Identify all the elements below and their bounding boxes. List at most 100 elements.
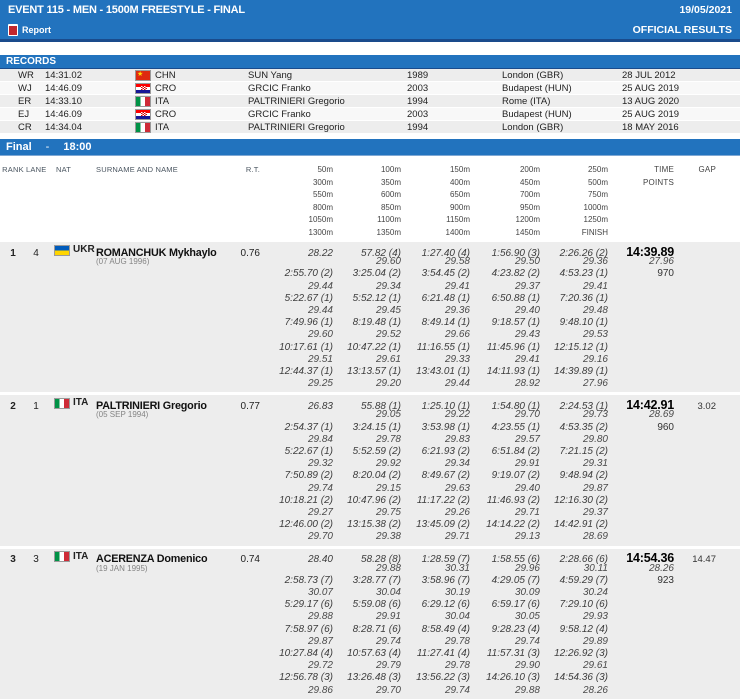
athlete-points: 960 xyxy=(608,422,674,434)
athlete-line: 5:22.67 (1)5:52.12 (1)6:21.48 (1)6:50.88… xyxy=(0,293,718,305)
split-time: 6:59.17 (6) xyxy=(470,599,540,611)
record-date: 13 AUG 2020 xyxy=(622,95,740,108)
split-time: 8:49.67 (2) xyxy=(401,470,470,482)
lap-time: 29.25 xyxy=(260,378,333,390)
lap-time: 29.50 xyxy=(470,256,540,268)
record-holder-year: 2003 xyxy=(407,82,502,95)
lap-time: 28.92 xyxy=(470,378,540,390)
header-line: RANKLANENATSURNAME AND NAMER.T.50m100m15… xyxy=(0,164,718,177)
record-date: 18 MAY 2016 xyxy=(622,121,740,134)
lap-time: 29.73 xyxy=(540,409,608,421)
record-nat-code: CRO xyxy=(155,82,176,95)
col-header-lane: LANE xyxy=(26,164,46,177)
split-time: 2:55.70 (2) xyxy=(260,268,333,280)
results-rows: 14UKRROMANCHUK Mykhaylo0.7628.2257.82 (4… xyxy=(0,242,740,699)
split-time: 8:19.48 (1) xyxy=(333,317,401,329)
athlete-line: 29.5129.6129.3329.4129.16 xyxy=(0,354,718,366)
lap-time: 29.60 xyxy=(260,329,333,341)
records-rows: WR14:31.02CHNSUN Yang1989London (GBR)28 … xyxy=(0,69,740,134)
split-time: 3:53.98 (1) xyxy=(401,422,470,434)
col-header-name: SURNAME AND NAME xyxy=(96,164,226,177)
split-time: 4:53.23 (1) xyxy=(540,268,608,280)
split-time: 28.22 xyxy=(260,248,333,260)
record-holder-year: 1994 xyxy=(407,95,502,108)
record-row: EJ14:46.09CROGRCIC Franko2003Budapest (H… xyxy=(0,108,740,121)
athlete-nat: ITA xyxy=(46,551,96,563)
lap-time: 29.93 xyxy=(540,611,608,623)
distance-label: 850m xyxy=(333,202,401,215)
athlete-line: 2:54.37 (1)3:24.15 (1)3:53.98 (1)4:23.55… xyxy=(0,422,718,434)
split-time: 11:17.22 (2) xyxy=(401,495,470,507)
split-time: 14:54.36 (3) xyxy=(540,672,608,684)
lap-time: 29.34 xyxy=(333,281,401,293)
flag-cro-icon xyxy=(135,83,151,94)
athlete-rank: 3 xyxy=(0,554,26,566)
distance-label: 600m xyxy=(333,189,401,202)
split-time: 5:59.08 (6) xyxy=(333,599,401,611)
distance-label: 1050m xyxy=(260,214,333,227)
athlete-line: 2:55.70 (2)3:25.04 (2)3:54.45 (2)4:23.82… xyxy=(0,268,718,280)
athlete-birthdate: (07 AUG 1996) xyxy=(96,256,226,268)
record-row: ER14:33.10ITAPALTRINIERI Gregorio1994Rom… xyxy=(0,95,740,108)
lap-time: 29.53 xyxy=(540,329,608,341)
lap-time: 29.88 xyxy=(260,611,333,623)
results-table-header: RANKLANENATSURNAME AND NAMER.T.50m100m15… xyxy=(0,164,740,239)
col-header-rank: RANK xyxy=(0,164,26,177)
lap-time: 30.19 xyxy=(401,587,470,599)
split-time: 6:29.12 (6) xyxy=(401,599,470,611)
split-time: 3:28.77 (7) xyxy=(333,575,401,587)
flag-cro-icon xyxy=(135,109,151,120)
split-time: 13:13.57 (1) xyxy=(333,366,401,378)
distance-label: 800m xyxy=(260,202,333,215)
lap-time: 29.84 xyxy=(260,434,333,446)
col-header-rt: R.T. xyxy=(226,164,260,177)
lap-time: 29.36 xyxy=(401,305,470,317)
split-time: 13:15.38 (2) xyxy=(333,519,401,531)
record-time: 14:46.09 xyxy=(45,108,135,121)
athlete-birthdate: (05 SEP 1994) xyxy=(96,409,226,421)
lap-time: 29.51 xyxy=(260,354,333,366)
lap-time: 29.79 xyxy=(333,660,401,672)
lap-time: 29.80 xyxy=(540,434,608,446)
split-time: 3:58.96 (7) xyxy=(401,575,470,587)
split-time: 3:54.45 (2) xyxy=(401,268,470,280)
athlete-line: (07 AUG 1996)29.6029.5829.5029.3627.96 xyxy=(0,256,718,268)
distance-label: 700m xyxy=(470,189,540,202)
report-link[interactable]: Report xyxy=(8,24,51,36)
athlete-line: 29.8429.7829.8329.5729.80 xyxy=(0,434,718,446)
split-time: 5:29.17 (6) xyxy=(260,599,333,611)
split-time: 4:59.29 (7) xyxy=(540,575,608,587)
record-holder-name: GRCIC Franko xyxy=(248,82,407,95)
record-nat-code: CRO xyxy=(155,108,176,121)
split-time: 11:57.31 (3) xyxy=(470,648,540,660)
lap-time: 29.78 xyxy=(401,636,470,648)
lap-time: 29.16 xyxy=(540,354,608,366)
split-time: 13:26.48 (3) xyxy=(333,672,401,684)
header-line: 800m850m900m950m1000m xyxy=(0,202,718,215)
record-code: CR xyxy=(0,121,45,134)
split-time: 10:17.61 (1) xyxy=(260,342,333,354)
record-row: CR14:34.04ITAPALTRINIERI Gregorio1994Lon… xyxy=(0,121,740,134)
split-time: 4:29.05 (7) xyxy=(470,575,540,587)
split-time: 4:23.55 (1) xyxy=(470,422,540,434)
lap-time: 29.41 xyxy=(401,281,470,293)
lap-time: 29.70 xyxy=(260,531,333,543)
split-time: 10:18.21 (2) xyxy=(260,495,333,507)
header-line: 1300m1350m1400m1450mFINISH xyxy=(0,227,718,240)
athlete-line: 5:29.17 (6)5:59.08 (6)6:29.12 (6)6:59.17… xyxy=(0,599,718,611)
lap-time: 29.33 xyxy=(401,354,470,366)
distance-label: 300m xyxy=(260,177,333,190)
event-title: EVENT 115 - MEN - 1500M FREESTYLE - FINA… xyxy=(8,4,245,16)
split-time: 6:21.48 (1) xyxy=(401,293,470,305)
lap-time: 29.74 xyxy=(470,636,540,648)
lap-time: 30.04 xyxy=(401,611,470,623)
split-time: 12:44.37 (1) xyxy=(260,366,333,378)
heat-start-time: 18:00 xyxy=(63,141,91,153)
lap-time: 29.75 xyxy=(333,507,401,519)
flag-ita-icon xyxy=(135,96,151,107)
records-title: RECORDS xyxy=(6,56,56,67)
header-line: 1050m1100m1150m1200m1250m xyxy=(0,214,718,227)
athlete-lane: 4 xyxy=(26,248,46,260)
athlete-birthdate: (19 JAN 1995) xyxy=(96,563,226,575)
col-header-gap: GAP xyxy=(674,164,718,177)
